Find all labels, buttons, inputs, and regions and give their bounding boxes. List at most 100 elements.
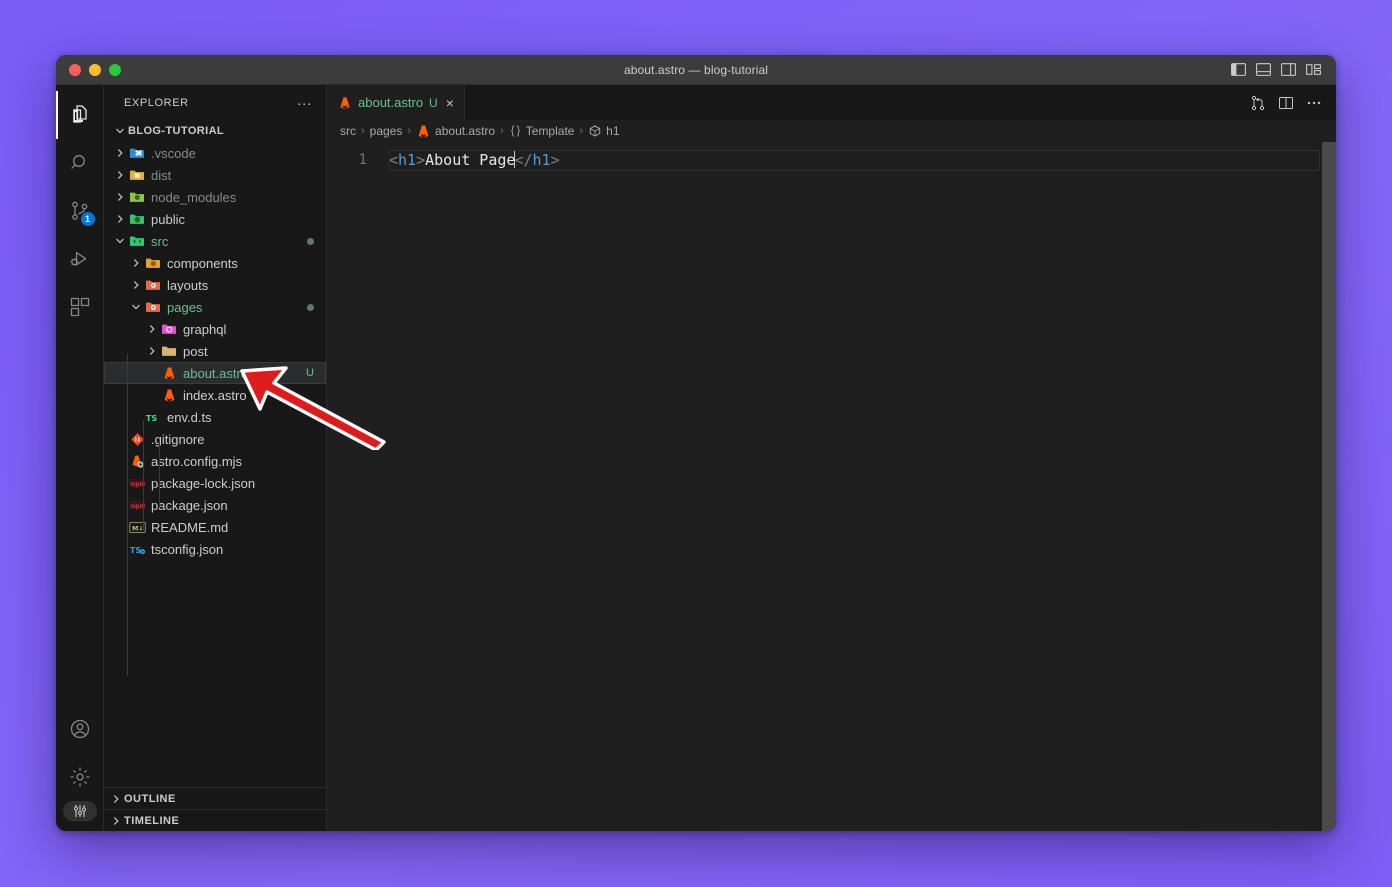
code-token-punct: > <box>550 151 560 169</box>
symbol-field-icon <box>588 124 602 138</box>
modified-indicator <box>307 303 314 311</box>
code-content[interactable]: <h1>About Page</h1> <box>389 142 1336 831</box>
braces-icon <box>509 124 522 138</box>
breadcrumb-item-h1[interactable]: h1 <box>588 124 620 138</box>
chevron-right-icon <box>128 280 144 290</box>
tree-item-label: public <box>151 211 185 227</box>
tree-indent-guide <box>127 354 128 676</box>
tsconfig-icon: TS <box>128 543 146 556</box>
settings-pill-button[interactable] <box>62 801 97 821</box>
chevron-right-icon <box>144 324 160 334</box>
scrollbar-thumb[interactable] <box>1322 142 1336 831</box>
layout-controls <box>1230 61 1336 78</box>
tree-item-label: dist <box>151 167 172 183</box>
tree-item-package-json[interactable]: npm package.json <box>104 494 326 516</box>
tree-item-package-lock-json[interactable]: npm package-lock.json <box>104 472 326 494</box>
tree-item--vscode[interactable]: .vscode <box>104 142 326 164</box>
minimize-window-button[interactable] <box>89 63 101 76</box>
breadcrumb-item-pages[interactable]: pages <box>370 124 403 138</box>
maximize-window-button[interactable] <box>109 63 121 76</box>
account-icon <box>68 717 92 741</box>
tree-item-label: package-lock.json <box>151 475 256 491</box>
tree-item-graphql[interactable]: graphql <box>104 318 326 340</box>
activitybar-item-run-and-debug[interactable] <box>56 235 104 283</box>
more-actions-icon[interactable] <box>1306 100 1322 106</box>
activitybar-item-search[interactable] <box>56 139 104 187</box>
editor-tab-about-astro[interactable]: about.astro U × <box>327 85 465 120</box>
editor-group: about.astro U × src › pages › about.astr… <box>327 85 1336 831</box>
editor-actions <box>1250 85 1336 120</box>
code-token-text: About Page <box>425 151 516 169</box>
explorer-more-actions-icon[interactable]: ... <box>289 93 320 113</box>
chevron-right-icon <box>112 148 128 158</box>
activity-bar: 1 <box>56 85 104 831</box>
chevron-right-icon <box>112 192 128 202</box>
tree-item-src[interactable]: src <box>104 230 326 252</box>
modified-indicator <box>307 237 314 245</box>
editor-vertical-scrollbar[interactable] <box>1322 142 1336 831</box>
toggle-primary-sidebar-icon[interactable] <box>1230 61 1247 78</box>
editor-tab-bar: about.astro U × <box>327 85 1336 120</box>
toggle-panel-icon[interactable] <box>1255 61 1272 78</box>
sidebar-section-outline[interactable]: OUTLINE <box>104 787 326 809</box>
tree-item-layouts[interactable]: layouts <box>104 274 326 296</box>
tree-item-readme-md[interactable]: M↓ README.md <box>104 516 326 538</box>
tree-item-index-astro[interactable]: index.astro <box>104 384 326 406</box>
timeline-label: TIMELINE <box>124 814 180 827</box>
activity-bar-bottom <box>56 705 104 831</box>
astro-file-icon <box>338 96 352 110</box>
activitybar-item-extensions[interactable] <box>56 283 104 331</box>
code-line: <h1>About Page</h1> <box>389 150 1336 171</box>
code-token-punct: < <box>389 151 399 169</box>
tree-item-components[interactable]: components <box>104 252 326 274</box>
extensions-icon <box>68 295 92 319</box>
run-debug-icon <box>68 247 92 271</box>
activitybar-item-accounts[interactable] <box>56 705 104 753</box>
breadcrumb-separator: › <box>407 125 412 137</box>
tree-item--gitignore[interactable]: .gitignore <box>104 428 326 450</box>
activitybar-item-source-control[interactable]: 1 <box>56 187 104 235</box>
customize-layout-icon[interactable] <box>1305 61 1322 78</box>
tree-item-public[interactable]: public <box>104 208 326 230</box>
svg-text:TS: TS <box>129 545 140 554</box>
activitybar-item-explorer[interactable] <box>56 91 104 139</box>
tree-item-label: src <box>151 233 169 249</box>
breadcrumb-item-template[interactable]: Template <box>509 124 574 138</box>
tree-item-label: about.astro <box>183 365 249 381</box>
split-editor-icon[interactable] <box>1278 95 1294 111</box>
sidebar-section-timeline[interactable]: TIMELINE <box>104 809 326 831</box>
chevron-right-icon <box>112 170 128 180</box>
code-token-punct: > <box>416 151 426 169</box>
tree-item-env-d-ts[interactable]: TS env.d.ts <box>104 406 326 428</box>
breadcrumb-item-about-astro[interactable]: about.astro <box>416 124 495 139</box>
tree-indent-guide <box>143 420 144 530</box>
tree-item-label: graphql <box>183 321 227 337</box>
tree-item-pages[interactable]: pages <box>104 296 326 318</box>
tree-item-label: README.md <box>151 519 229 535</box>
toggle-secondary-sidebar-icon[interactable] <box>1280 61 1297 78</box>
sliders-icon <box>72 804 88 818</box>
tree-item-astro-config-mjs[interactable]: astro.config.mjs <box>104 450 326 472</box>
tree-item-dist[interactable]: dist <box>104 164 326 186</box>
folder-components-icon <box>144 255 162 271</box>
tree-item-node-modules[interactable]: node_modules <box>104 186 326 208</box>
editor-tab-dirty-badge: U <box>429 95 438 110</box>
code-token-tag: h1 <box>532 151 551 169</box>
close-window-button[interactable] <box>69 63 81 76</box>
git-status-badge: U <box>306 367 314 379</box>
tree-item-label: node_modules <box>151 189 237 205</box>
file-tree: BLOG-TUTORIAL .vscode dist node_modulespub… <box>104 120 326 787</box>
split-editor-vertical-icon[interactable] <box>1250 95 1266 111</box>
tree-item-label: components <box>167 255 238 271</box>
tree-item-tsconfig-json[interactable]: TS tsconfig.json <box>104 538 326 560</box>
tree-root-blog-tutorial[interactable]: BLOG-TUTORIAL <box>104 120 326 142</box>
tree-item-about-astro[interactable]: about.astro U <box>104 362 326 384</box>
tree-item-post[interactable]: post <box>104 340 326 362</box>
tree-item-label: package.json <box>151 497 228 513</box>
breadcrumb-item-src[interactable]: src <box>340 124 356 138</box>
code-editor[interactable]: 1 <h1>About Page</h1> <box>327 142 1336 831</box>
tree-item-label: layouts <box>167 277 209 293</box>
folder-post-icon <box>160 343 178 359</box>
editor-tab-close-icon[interactable]: × <box>446 96 454 110</box>
activitybar-item-manage[interactable] <box>56 753 104 801</box>
